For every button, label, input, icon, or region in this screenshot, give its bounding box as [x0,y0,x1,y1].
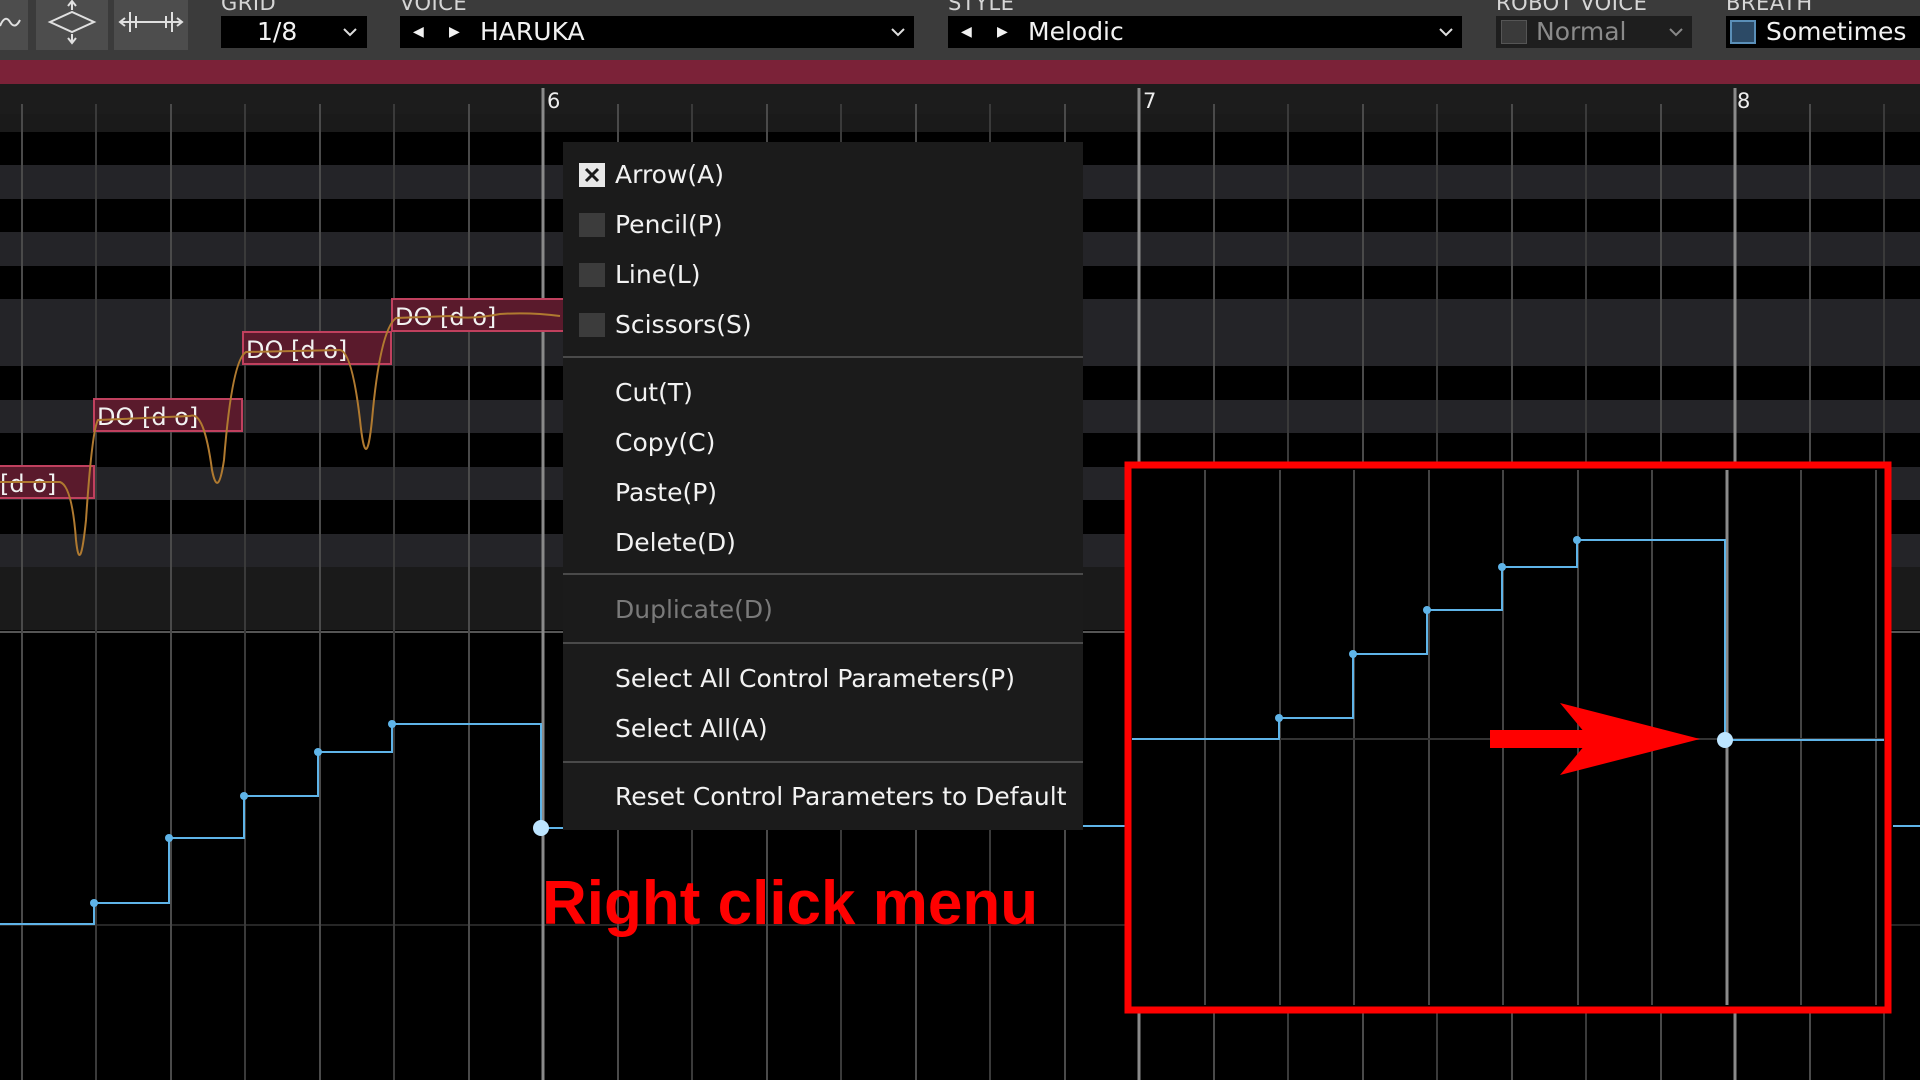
menu-separator [563,573,1083,575]
selected-control-point[interactable] [533,820,549,836]
menu-item-duplicate: Duplicate(D) [615,595,773,624]
menu-item-pencil[interactable]: Pencil(P) [615,210,723,240]
menu-item-arrow[interactable]: Arrow(A) [615,160,724,190]
context-menu: Arrow(A) Pencil(P) Line(L) Scissors(S) C… [563,142,1083,830]
menu-item-line[interactable]: Line(L) [615,260,701,290]
control-point[interactable] [314,748,322,756]
ruler[interactable] [0,84,1920,114]
annotation-label: Right click menu [542,869,1039,938]
menu-item-reset-control-parameters[interactable]: Reset Control Parameters to Default [615,782,1067,812]
pencil-tool-check [579,213,605,237]
menu-item-select-all-control-parameters[interactable]: Select All Control Parameters(P) [615,664,1015,694]
menu-item-delete[interactable]: Delete(D) [615,528,736,558]
arrow-tool-check [579,163,605,187]
measure-6: 6 [547,89,560,113]
menu-item-scissors[interactable]: Scissors(S) [615,310,752,340]
check-x-icon [584,167,600,183]
control-point[interactable] [165,834,173,842]
note-lyric: [d o] [0,470,56,498]
menu-item-cut[interactable]: Cut(T) [615,378,693,408]
control-point[interactable] [240,792,248,800]
line-tool-check [579,263,605,287]
menu-item-copy[interactable]: Copy(C) [615,428,715,458]
zoom-inset [1124,461,1892,1014]
menu-separator [563,356,1083,358]
scissors-tool-check [579,313,605,337]
menu-item-paste[interactable]: Paste(P) [615,478,717,508]
menu-separator [563,761,1083,763]
measure-8: 8 [1737,89,1750,113]
control-point[interactable] [90,899,98,907]
menu-item-select-all[interactable]: Select All(A) [615,714,768,744]
menu-separator [563,642,1083,644]
control-point[interactable] [388,720,396,728]
measure-7: 7 [1143,89,1156,113]
